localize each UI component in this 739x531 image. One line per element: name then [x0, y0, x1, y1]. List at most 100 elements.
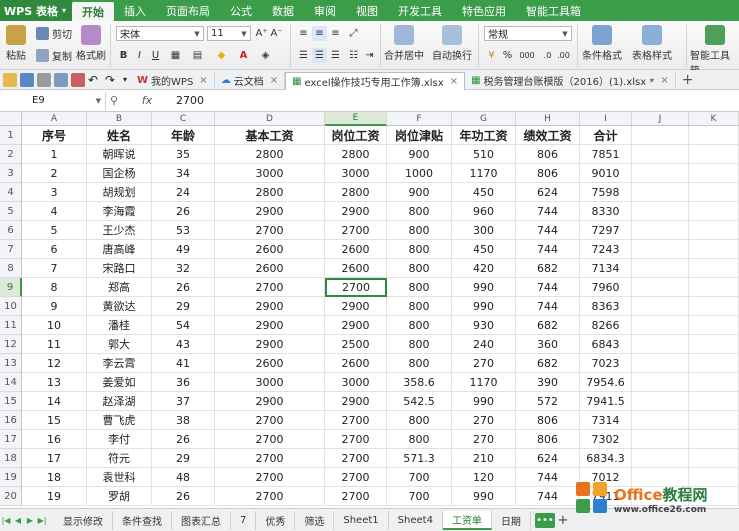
function-insert-button[interactable]: fx — [122, 94, 172, 107]
table-cell[interactable]: 542.5 — [387, 392, 452, 411]
sheet-tab[interactable]: Sheet1 — [334, 510, 389, 530]
table-cell[interactable]: 李云霄 — [87, 354, 152, 373]
table-cell[interactable]: 990 — [452, 392, 516, 411]
shrink-font-button[interactable]: A⁻ — [269, 26, 284, 41]
table-cell[interactable]: 7297 — [580, 221, 632, 240]
table-cell[interactable]: 李付 — [87, 430, 152, 449]
table-cell[interactable]: 12 — [22, 354, 87, 373]
table-cell[interactable]: 682 — [516, 259, 580, 278]
table-cell[interactable]: 806 — [516, 145, 580, 164]
table-cell[interactable]: 2700 — [215, 487, 325, 506]
new-tab-plus-icon[interactable]: + — [682, 72, 694, 88]
row-header[interactable]: 15 — [0, 392, 22, 411]
table-cell[interactable]: 35 — [152, 145, 215, 164]
table-cell[interactable]: 2700 — [325, 221, 387, 240]
table-cell[interactable]: 2800 — [215, 145, 325, 164]
row-header[interactable]: 4 — [0, 183, 22, 202]
table-cell[interactable] — [689, 145, 739, 164]
table-cell[interactable]: 符元 — [87, 449, 152, 468]
table-cell[interactable]: 罗胡 — [87, 487, 152, 506]
table-cell[interactable]: 2900 — [215, 392, 325, 411]
table-cell[interactable]: 37 — [152, 392, 215, 411]
table-cell[interactable]: 270 — [452, 430, 516, 449]
table-cell[interactable]: 24 — [152, 183, 215, 202]
table-cell[interactable]: 2900 — [325, 202, 387, 221]
table-cell[interactable]: 2 — [22, 164, 87, 183]
wrap-text-button[interactable]: 自动换行 — [432, 25, 472, 62]
table-cell[interactable]: 390 — [516, 373, 580, 392]
table-cell[interactable]: 2600 — [325, 354, 387, 373]
row-header[interactable]: 6 — [0, 221, 22, 240]
table-cell[interactable] — [689, 449, 739, 468]
doc-tab-excel-workbook[interactable]: ▦ excel操作技巧专用工作簿.xlsx × — [285, 71, 466, 90]
table-cell[interactable]: 800 — [387, 354, 452, 373]
table-cell[interactable]: 240 — [452, 335, 516, 354]
table-cell[interactable]: 曹飞虎 — [87, 411, 152, 430]
align-middle-icon[interactable]: ≡ — [312, 26, 327, 41]
prev-sheet-icon[interactable]: ◀ — [12, 516, 24, 525]
table-cell[interactable]: 29 — [152, 449, 215, 468]
row-header[interactable]: 9 — [0, 278, 22, 297]
table-cell[interactable]: 8266 — [580, 316, 632, 335]
table-cell[interactable]: 郑高 — [87, 278, 152, 297]
table-cell[interactable]: 990 — [452, 487, 516, 506]
table-cell[interactable]: 2500 — [325, 335, 387, 354]
table-cell[interactable]: 34 — [152, 164, 215, 183]
table-cell[interactable]: 960 — [452, 202, 516, 221]
row-header[interactable]: 17 — [0, 430, 22, 449]
table-cell[interactable]: 6 — [22, 240, 87, 259]
table-cell[interactable]: 744 — [516, 297, 580, 316]
row-header[interactable]: 7 — [0, 240, 22, 259]
table-cell[interactable]: 800 — [387, 335, 452, 354]
column-header-i[interactable]: I — [580, 112, 632, 126]
table-cell[interactable]: 9010 — [580, 164, 632, 183]
table-cell[interactable]: 3 — [22, 183, 87, 202]
row-header[interactable]: 12 — [0, 335, 22, 354]
table-cell[interactable]: 990 — [452, 297, 516, 316]
increase-decimal-icon[interactable]: .0 — [540, 48, 555, 63]
table-cell[interactable]: 744 — [516, 278, 580, 297]
font-color-icon[interactable]: A — [236, 48, 251, 63]
table-cell[interactable] — [689, 221, 739, 240]
table-cell[interactable] — [632, 297, 689, 316]
table-cell[interactable] — [689, 202, 739, 221]
table-cell[interactable]: 48 — [152, 468, 215, 487]
table-header-cell[interactable]: 序号 — [22, 126, 87, 145]
cut-button[interactable]: 剪切 — [36, 26, 72, 41]
sheet-tab[interactable]: 图表汇总 — [172, 510, 231, 530]
close-icon[interactable]: × — [450, 76, 458, 87]
table-header-cell[interactable] — [632, 126, 689, 145]
doc-tab-cloud-docs[interactable]: ☁ 云文档 × — [215, 71, 286, 90]
table-cell[interactable] — [689, 335, 739, 354]
menu-tab-formulas[interactable]: 公式 — [220, 0, 262, 21]
doc-tab-my-wps[interactable]: W 我的WPS × — [131, 71, 215, 90]
table-cell[interactable]: 2900 — [325, 316, 387, 335]
add-sheet-icon[interactable]: + — [555, 513, 571, 528]
font-size-select[interactable]: 11 ▼ — [207, 26, 251, 41]
table-cell[interactable]: 2600 — [325, 240, 387, 259]
redo-icon[interactable]: ↷ — [105, 73, 119, 87]
close-icon[interactable]: × — [199, 75, 207, 86]
table-cell[interactable]: 8 — [22, 278, 87, 297]
table-cell[interactable]: 2700 — [325, 411, 387, 430]
wps-logo-menu[interactable]: WPS 表格 ▾ — [0, 0, 72, 21]
active-cell[interactable]: 2700 — [325, 278, 387, 297]
row-header[interactable]: 1 — [0, 126, 22, 145]
table-cell[interactable] — [632, 373, 689, 392]
table-cell[interactable]: 571.3 — [387, 449, 452, 468]
merge-cells-icon[interactable]: ▤ — [190, 48, 205, 63]
row-header[interactable]: 13 — [0, 354, 22, 373]
table-cell[interactable]: 7314 — [580, 411, 632, 430]
table-header-cell[interactable]: 年龄 — [152, 126, 215, 145]
select-all-corner[interactable] — [0, 112, 22, 126]
sheet-tab[interactable]: 日期 — [492, 510, 531, 530]
table-cell[interactable]: 8330 — [580, 202, 632, 221]
clear-format-icon[interactable]: ◈ — [258, 48, 273, 63]
zoom-search-icon[interactable]: ⚲ — [106, 94, 122, 107]
table-cell[interactable]: 572 — [516, 392, 580, 411]
table-cell[interactable]: 11 — [22, 335, 87, 354]
table-cell[interactable]: 744 — [516, 202, 580, 221]
table-cell[interactable]: 郭大 — [87, 335, 152, 354]
table-cell[interactable]: 420 — [452, 259, 516, 278]
table-cell[interactable]: 2700 — [215, 221, 325, 240]
